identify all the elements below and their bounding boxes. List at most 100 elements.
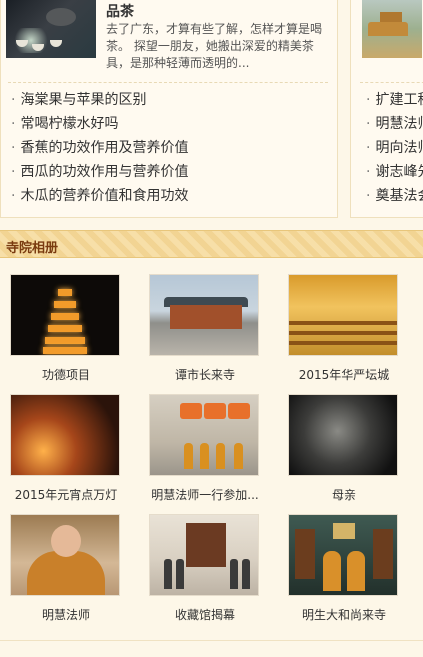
pagoda-tier: [45, 337, 85, 344]
umbrella-shape: [180, 403, 202, 419]
gallery-item[interactable]: 谭市长来寺: [149, 274, 261, 384]
bullet-icon: ·: [366, 164, 371, 180]
news-link[interactable]: ·奠基法会: [366, 184, 423, 208]
roof-shape: [380, 12, 402, 22]
person-shape: [242, 559, 250, 589]
pagoda-tier: [48, 325, 82, 332]
temple-news-thumbnail[interactable]: [362, 0, 422, 58]
right-link-list: ·扩建工程 ·明慧法师 ·明向法师 ·谢志峰先 ·奠基法会: [366, 88, 423, 208]
teacup-shape: [50, 40, 62, 47]
news-link-label: 海棠果与苹果的区别: [20, 92, 147, 108]
person-shape: [230, 559, 238, 589]
news-link-label: 常喝柠檬水好吗: [20, 116, 119, 132]
shelf-shape: [295, 529, 315, 579]
gallery-item[interactable]: 2015年元宵点万灯: [10, 394, 122, 504]
gallery-item[interactable]: 明慧法师一行参加...: [149, 394, 261, 504]
gallery-caption[interactable]: 2015年华严坛城: [282, 366, 406, 383]
head-shape: [51, 525, 81, 557]
bullet-icon: ·: [366, 92, 371, 108]
pagoda-tier: [51, 313, 79, 320]
news-link-label: 香蕉的功效作用及营养价值: [20, 140, 189, 156]
news-link-label: 奠基法会: [375, 188, 423, 204]
golden-hall-photo[interactable]: [288, 274, 398, 356]
gallery-section-header: 寺院相册: [0, 230, 423, 258]
row-shape: [289, 321, 397, 325]
roof-shape: [368, 22, 408, 36]
monk-shape: [234, 443, 243, 469]
gallery-item[interactable]: 母亲: [288, 394, 400, 504]
news-link[interactable]: · 香蕉的功效作用及营养价值: [11, 136, 188, 160]
unveiling-photo[interactable]: [149, 514, 259, 596]
gallery-item[interactable]: 2015年华严坛城: [288, 274, 400, 384]
bullet-icon: ·: [11, 140, 16, 156]
bullet-icon: ·: [366, 140, 371, 156]
monk-shape: [347, 551, 365, 591]
person-shape: [164, 559, 172, 589]
divider: [360, 82, 423, 83]
door-shape: [186, 523, 226, 567]
monk-shape: [216, 443, 225, 469]
monk-shape: [184, 443, 193, 469]
master-photo[interactable]: [10, 514, 120, 596]
news-link[interactable]: ·明慧法师: [366, 112, 423, 136]
gallery-caption[interactable]: 谭市长来寺: [143, 366, 267, 383]
monk-shape: [323, 551, 341, 591]
row-shape: [289, 341, 397, 345]
bullet-icon: ·: [11, 92, 16, 108]
news-link[interactable]: · 海棠果与苹果的区别: [11, 88, 188, 112]
gallery-item[interactable]: 功德项目: [10, 274, 122, 384]
gallery-caption[interactable]: 母亲: [282, 486, 406, 503]
news-link[interactable]: · 木瓜的营养价值和食用功效: [11, 184, 188, 208]
news-link-label: 扩建工程: [375, 92, 423, 108]
news-link-label: 谢志峰先: [375, 164, 423, 180]
news-link[interactable]: · 常喝柠檬水好吗: [11, 112, 188, 136]
pagoda-tier: [54, 301, 76, 308]
pagoda-photo[interactable]: [10, 274, 120, 356]
tea-article-summary: 去了广东，才算有些了解，怎样才算是喝茶。 探望一朋友，她搬出深爱的精美茶具，是那…: [106, 22, 323, 70]
gallery-caption[interactable]: 收藏馆揭幕: [143, 606, 267, 623]
left-link-list: · 海棠果与苹果的区别 · 常喝柠檬水好吗 · 香蕉的功效作用及营养价值 · 西瓜的功效…: [11, 88, 188, 208]
news-link-label: 西瓜的功效作用与营养价值: [20, 164, 189, 180]
person-shape: [176, 559, 184, 589]
bullet-icon: ·: [11, 164, 16, 180]
gallery-caption[interactable]: 功德项目: [4, 366, 128, 383]
gallery-caption[interactable]: 2015年元宵点万灯: [4, 486, 128, 503]
news-link[interactable]: ·谢志峰先: [366, 160, 423, 184]
row-shape: [289, 331, 397, 335]
bullet-icon: ·: [11, 188, 16, 204]
news-link-label: 木瓜的营养价值和食用功效: [20, 188, 189, 204]
tea-article-title[interactable]: 品茶: [106, 1, 134, 21]
shelf-shape: [373, 529, 393, 579]
gallery-caption[interactable]: 明生大和尚来寺: [282, 606, 406, 623]
news-link-label: 明慧法师: [375, 116, 423, 132]
tea-article-thumbnail[interactable]: [6, 0, 96, 58]
pagoda-tier: [58, 289, 72, 296]
news-link[interactable]: ·扩建工程: [366, 88, 423, 112]
gallery-item[interactable]: 明慧法师: [10, 514, 122, 624]
frame-shape: [333, 523, 355, 539]
section-title[interactable]: 寺院相册: [6, 237, 58, 256]
hall-shape: [170, 305, 242, 329]
news-link-label: 明向法师: [375, 140, 423, 156]
gallery-item[interactable]: 明生大和尚来寺: [288, 514, 400, 624]
gallery-caption[interactable]: 明慧法师: [4, 606, 128, 623]
visit-photo[interactable]: [288, 514, 398, 596]
robe-shape: [27, 551, 105, 595]
divider: [0, 640, 423, 641]
kettle-shape: [46, 8, 76, 26]
bullet-icon: ·: [366, 116, 371, 132]
bullet-icon: ·: [366, 188, 371, 204]
gallery-item[interactable]: 收藏馆揭幕: [149, 514, 261, 624]
divider: [8, 82, 328, 83]
procession-photo[interactable]: [149, 394, 259, 476]
pagoda-tier: [43, 347, 87, 354]
gallery-caption[interactable]: 明慧法师一行参加...: [143, 486, 267, 503]
news-link[interactable]: · 西瓜的功效作用与营养价值: [11, 160, 188, 184]
monk-shape: [200, 443, 209, 469]
umbrella-shape: [204, 403, 226, 419]
lantern-photo[interactable]: [10, 394, 120, 476]
umbrella-shape: [228, 403, 250, 419]
temple-photo[interactable]: [149, 274, 259, 356]
mother-photo[interactable]: [288, 394, 398, 476]
news-link[interactable]: ·明向法师: [366, 136, 423, 160]
